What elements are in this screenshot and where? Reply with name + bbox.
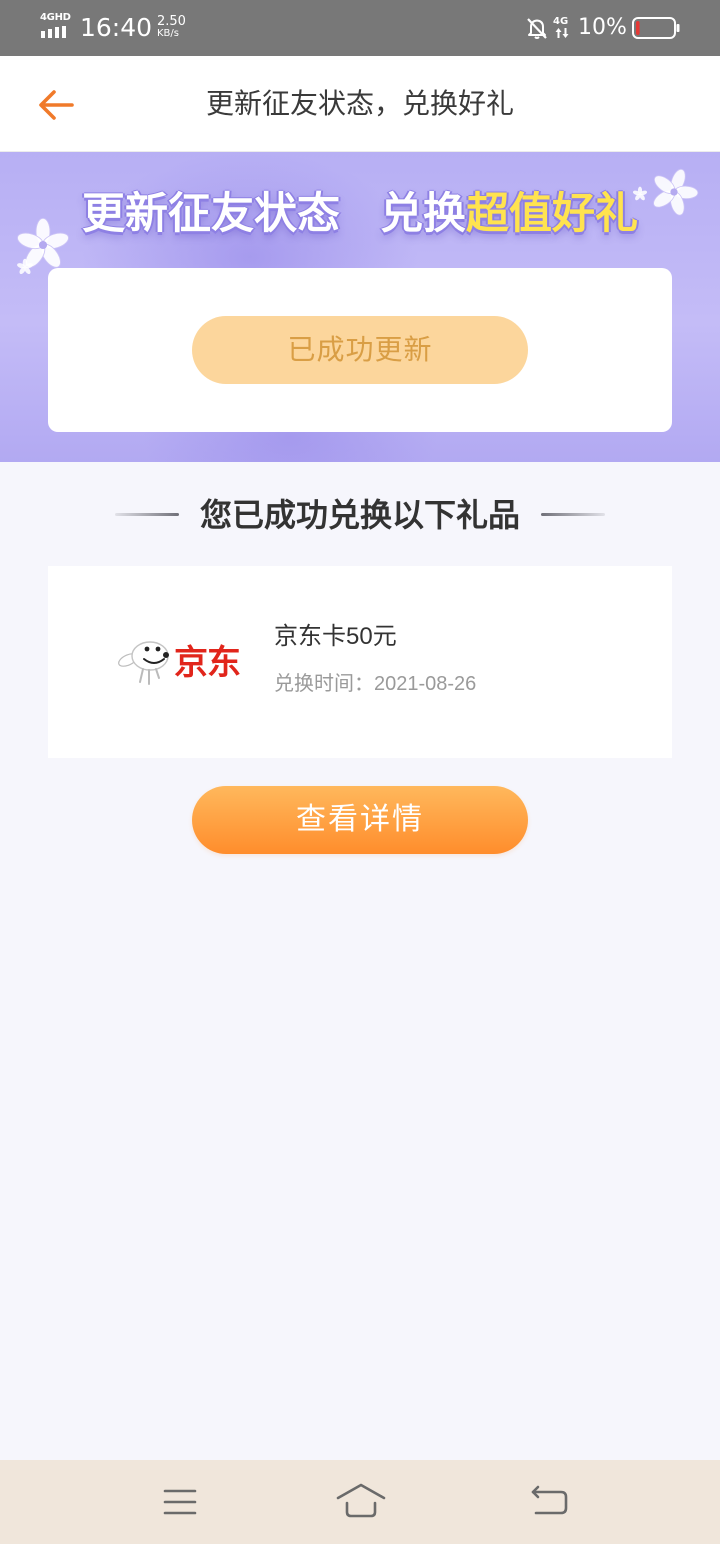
gift-redeem-time: 兑换时间：2021-08-26 — [274, 670, 476, 698]
back-arrow-icon[interactable] — [34, 86, 78, 124]
banner-title-prefix: 兑换 — [380, 190, 466, 238]
gifts-section-title: 您已成功兑换以下礼品 — [199, 497, 520, 533]
gift-card: 京东 京东卡50元 兑换时间：2021-08-26 — [48, 566, 672, 758]
update-status-card: 已成功更新 — [48, 268, 672, 432]
system-nav-bar — [0, 1460, 720, 1544]
banner-title-main: 更新征友状态 — [82, 190, 340, 238]
banner-title: 更新征友状态 兑换超值好礼 — [0, 188, 720, 240]
page-title: 更新征友状态，兑换好礼 — [205, 88, 514, 119]
gift-time-label: 兑换时间： — [274, 673, 374, 695]
jd-logo-text: 京东 — [174, 643, 241, 683]
status-bar: 4GHD 16:40 2.50 KB/s 4G 10% — [0, 0, 720, 56]
jd-mascot-icon — [118, 641, 169, 685]
network-speed: 2.50 KB/s — [157, 15, 197, 39]
home-icon[interactable] — [334, 1482, 388, 1520]
jd-logo: 京东 — [116, 636, 252, 690]
gift-time-value: 2021-08-26 — [374, 673, 477, 695]
app-screen: 4GHD 16:40 2.50 KB/s 4G 10% 更新征友状态，兑换好礼 … — [0, 0, 720, 1544]
heading-divider-right — [541, 513, 605, 516]
return-icon[interactable] — [528, 1484, 572, 1518]
app-header: 更新征友状态，兑换好礼 — [0, 56, 720, 152]
battery-percent: 10% — [578, 15, 627, 40]
network-speed-unit: KB/s — [157, 28, 179, 39]
data-network-indicator: 4G — [552, 15, 572, 41]
data-arrows-icon — [555, 28, 569, 38]
battery-icon — [632, 17, 680, 39]
network-speed-value: 2.50 — [157, 14, 186, 29]
data-network-label: 4G — [553, 16, 569, 27]
promo-banner: 更新征友状态 兑换超值好礼 已成功更新 — [0, 152, 720, 462]
signal-icon — [41, 26, 66, 38]
view-details-button[interactable]: 查看详情 — [192, 786, 528, 854]
banner-title-highlight: 超值好礼 — [466, 190, 638, 238]
gift-name: 京东卡50元 — [274, 623, 397, 650]
gifts-section-heading: 您已成功兑换以下礼品 — [0, 490, 720, 540]
small-flower-icon — [17, 258, 33, 274]
mute-bell-icon — [527, 18, 547, 39]
network-type-label: 4GHD — [40, 12, 71, 23]
clock-time: 16:40 — [80, 13, 153, 42]
menu-icon[interactable] — [160, 1486, 200, 1518]
battery-level-fill — [636, 21, 640, 35]
update-status-button[interactable]: 已成功更新 — [192, 316, 528, 384]
